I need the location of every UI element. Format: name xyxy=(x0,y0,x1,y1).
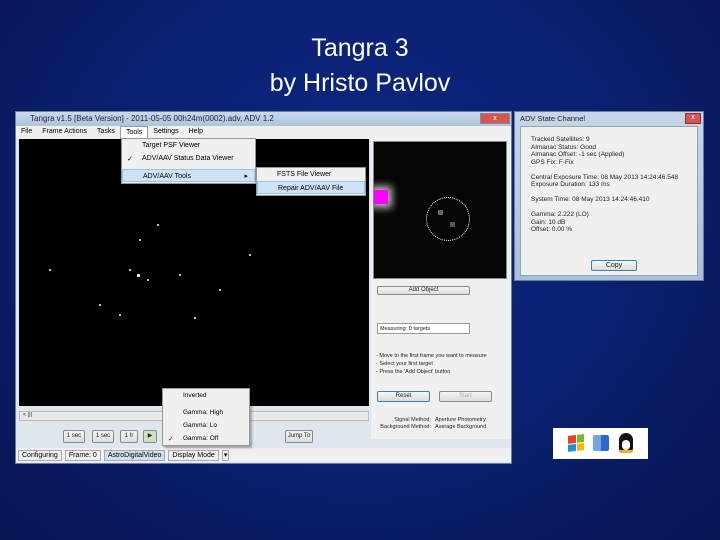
menu-item-gamma-high[interactable]: Gamma: High xyxy=(163,406,249,419)
measuring-label: Measuring: xyxy=(380,326,408,332)
submenu-arrow-icon: ▸ xyxy=(244,173,248,180)
state-line: Tracked Satellites: 9 xyxy=(531,136,590,143)
menu-item-gamma-lo[interactable]: Gamma: Lo xyxy=(163,419,249,432)
adv-tools-submenu: FSTS File Viewer Repair ADV/AAV File xyxy=(256,167,366,196)
start-button[interactable]: Start xyxy=(439,391,492,402)
state-line xyxy=(531,204,678,212)
signal-method-label: Signal Method: xyxy=(394,417,431,423)
menu-frame-actions[interactable]: Frame Actions xyxy=(37,126,92,139)
linux-tux-icon xyxy=(619,433,633,453)
close-icon[interactable]: x xyxy=(685,113,701,124)
menu-item-inverted[interactable]: Inverted xyxy=(163,389,249,402)
state-line xyxy=(531,189,678,197)
background-method-label: Background Method: xyxy=(380,424,431,430)
back-1sec-button[interactable]: 1 sec xyxy=(63,430,85,443)
dialog-body: Tracked Satellites: 9 Almanac Status: Goo… xyxy=(520,126,698,276)
state-line: Almanac Status: Good xyxy=(531,143,597,151)
instruction: - Press the 'Add Object' button xyxy=(376,369,451,375)
aperture-circle xyxy=(426,197,470,241)
saturated-star xyxy=(374,190,388,204)
close-icon[interactable]: x xyxy=(480,113,510,124)
windows-logo-icon xyxy=(568,434,584,452)
mac-finder-icon xyxy=(593,435,609,451)
target-star xyxy=(438,210,443,215)
state-line: Offset: 0.00 % xyxy=(531,226,573,233)
jump-to-button[interactable]: Jump To xyxy=(285,430,313,443)
display-mode-dropdown[interactable]: Display Mode xyxy=(168,449,219,461)
state-line: Gain: 10 dB xyxy=(531,218,566,226)
status-bar: Configuring Frame: 0 AstroDigitalVideo D… xyxy=(16,448,511,462)
status-format: AstroDigitalVideo xyxy=(103,449,166,461)
next-frame-button[interactable]: 1 fr xyxy=(120,430,138,443)
instruction: - Move to the first frame you want to me… xyxy=(376,353,487,359)
add-object-button[interactable]: Add Object xyxy=(377,286,470,295)
tools-menu: Target PSF Viewer ✓ ADV/AAV Status Data V… xyxy=(121,138,256,184)
menu-item-repair-adv[interactable]: Repair ADV/AAV File xyxy=(257,181,365,194)
slide-title: Tangra 3 xyxy=(311,34,409,62)
signal-method-value: Aperture Photometry xyxy=(435,417,486,423)
state-line: GPS Fix: F-Fix xyxy=(531,158,574,166)
check-icon: ✓ xyxy=(168,436,174,443)
window-title: Tangra v1.5 [Beta Version] - 2011-05-05 … xyxy=(16,112,511,126)
menu-file[interactable]: File xyxy=(16,126,37,139)
menu-item-target-psf-viewer[interactable]: Target PSF Viewer xyxy=(122,139,255,152)
check-icon: ✓ xyxy=(127,156,133,163)
chevron-down-icon[interactable]: ▾ xyxy=(221,449,230,461)
menu-item-gamma-off[interactable]: ✓ Gamma: Off xyxy=(163,432,249,445)
status-frame: Frame: 0 xyxy=(64,449,101,461)
menu-item-adv-tools[interactable]: ADV/AAV Tools ▸ xyxy=(122,169,255,182)
platform-logos xyxy=(553,428,648,459)
background-method-value: Average Background xyxy=(435,424,487,430)
tangra-window: Tangra v1.5 [Beta Version] - 2011-05-05 … xyxy=(15,111,512,464)
state-line: Gamma: 2.222 (LO) xyxy=(531,211,589,218)
state-line: Almanac Offset: -1 sec (Applied) xyxy=(531,151,625,158)
menu-item-adv-status-viewer[interactable]: ✓ ADV/AAV Status Data Viewer xyxy=(122,152,255,165)
copy-button[interactable]: Copy xyxy=(591,260,637,271)
menu-bar: File Frame Actions Tasks Tools Settings … xyxy=(16,126,511,139)
play-icon[interactable]: ▶ xyxy=(143,430,157,443)
status-state: Configuring xyxy=(18,449,62,461)
state-line: Central Exposure Time: 08 May 2013 14:24… xyxy=(531,173,679,181)
target-zoom-image[interactable] xyxy=(373,141,507,279)
measuring-value: 0 targets xyxy=(408,326,431,332)
target-star xyxy=(450,222,455,227)
slide-subtitle: by Hristo Pavlov xyxy=(269,69,451,97)
measurement-panel: Add Object Measuring: 0 targets - Move t… xyxy=(371,139,511,439)
display-mode-menu: Inverted Gamma: High Gamma: Lo ✓ Gamma: O… xyxy=(162,388,250,446)
state-line: Exposure Duration: 133 ms xyxy=(531,181,610,188)
state-lines: Tracked Satellites: 9 Almanac Status: Goo… xyxy=(531,136,678,234)
reset-button[interactable]: Reset xyxy=(377,391,430,402)
dialog-title: ADV State Channel xyxy=(520,114,586,123)
forward-1sec-button[interactable]: 1 sec xyxy=(92,430,114,443)
adv-state-dialog: ADV State Channel x Tracked Satellites: … xyxy=(514,111,704,281)
menu-item-fsts-viewer[interactable]: FSTS File Viewer xyxy=(257,168,365,181)
state-line: System Time: 08 May 2013 14:24:46.410 xyxy=(531,196,650,203)
menu-tasks[interactable]: Tasks xyxy=(92,126,120,139)
instruction: - Select your first target xyxy=(376,361,433,367)
state-line xyxy=(531,166,678,174)
